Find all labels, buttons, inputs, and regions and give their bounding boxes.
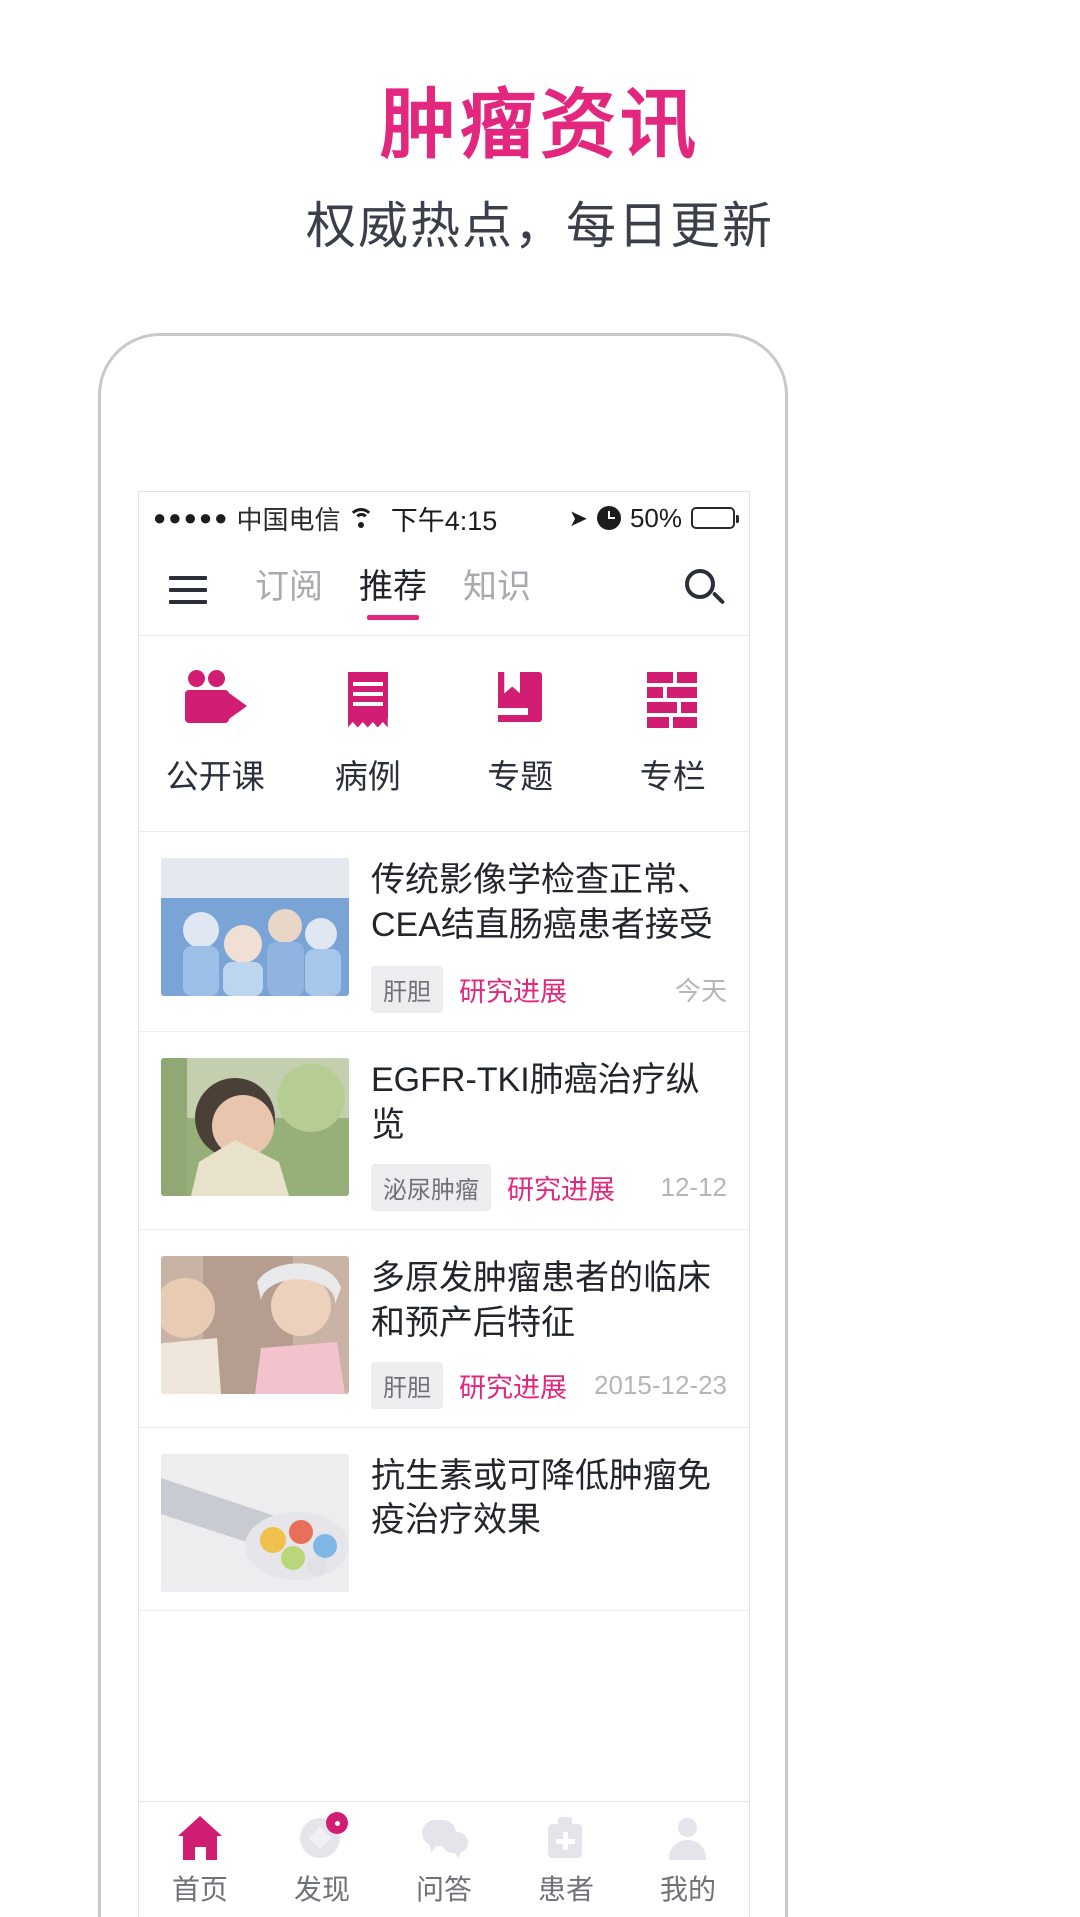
quick-category-row: 公开课 病例 专题 专栏 — [139, 636, 749, 832]
article-list[interactable]: 传统影像学检查正常、CEA结直肠癌患者接受PET-C... 肝胆 研究进展 今天 — [139, 832, 749, 1801]
article-thumbnail — [161, 1058, 349, 1196]
status-bar: ●●●●● 中国电信 下午4:15 ➤ 50% — [139, 492, 749, 544]
page-subtitle: 权威热点，每日更新 — [306, 198, 774, 254]
article-thumbnail — [161, 858, 349, 996]
article-list-item[interactable]: 多原发肿瘤患者的临床和预产后特征 肝胆 研究进展 2015-12-23 — [139, 1230, 749, 1428]
article-content: 多原发肿瘤患者的临床和预产后特征 肝胆 研究进展 2015-12-23 — [371, 1256, 727, 1409]
user-profile-icon — [664, 1816, 712, 1860]
tab-recommend[interactable]: 推荐 — [359, 559, 427, 620]
article-meta: 肝胆 研究进展 今天 — [371, 950, 727, 1013]
carrier-label: 中国电信 — [236, 504, 341, 535]
article-category: 研究进展 — [459, 1372, 567, 1403]
alarm-clock-icon — [596, 506, 621, 530]
wifi-icon — [347, 507, 375, 529]
tabbar-item-home[interactable]: 首页 — [139, 1815, 261, 1908]
hamburger-menu-icon[interactable] — [139, 575, 229, 604]
article-title: 传统影像学检查正常、CEA结直肠癌患者接受PET-C... — [371, 861, 713, 944]
receipt-document-icon — [336, 670, 400, 730]
article-content: 抗生素或可降低肿瘤免疫治疗效果 — [371, 1454, 727, 1592]
app-store-promo-page: 肿瘤资讯 权威热点，每日更新 ●●●●● 中国电信 下午4:15 ➤ 50% 订… — [0, 0, 1080, 1917]
battery-percent-label: 50% — [629, 502, 682, 533]
article-category: 研究进展 — [507, 1174, 615, 1205]
quick-category-label: 专题 — [487, 757, 554, 795]
top-navigation-bar: 订阅 推荐 知识 — [139, 544, 749, 636]
quick-category-case[interactable]: 病例 — [292, 670, 445, 798]
article-meta: 肝胆 研究进展 2015-12-23 — [371, 1346, 727, 1409]
status-bar-right: ➤ 50% — [568, 502, 739, 534]
article-thumbnail — [161, 1453, 349, 1592]
quick-category-label: 专栏 — [639, 757, 706, 795]
quick-category-topic[interactable]: 专题 — [444, 670, 597, 798]
bookmark-book-icon — [488, 670, 552, 730]
medical-case-icon — [542, 1816, 590, 1860]
tabbar-item-discover[interactable]: 发现 — [261, 1811, 383, 1908]
article-date: 12-12 — [660, 1171, 728, 1202]
article-title: 多原发肿瘤患者的临床和预产后特征 — [371, 1258, 711, 1342]
tabbar-label: 首页 — [171, 1873, 228, 1905]
quick-category-open-course[interactable]: 公开课 — [139, 669, 292, 798]
discover-compass-icon — [298, 1811, 348, 1860]
phone-screen: ●●●●● 中国电信 下午4:15 ➤ 50% 订阅 推荐 知识 公开课 病例 … — [138, 491, 750, 1917]
article-list-item[interactable]: 传统影像学检查正常、CEA结直肠癌患者接受PET-C... 肝胆 研究进展 今天 — [139, 832, 749, 1032]
tabbar-label: 问答 — [415, 1873, 472, 1905]
tab-knowledge[interactable]: 知识 — [463, 559, 531, 620]
page-title: 肿瘤资讯 — [380, 83, 700, 168]
location-arrow-icon: ➤ — [568, 504, 588, 531]
home-icon — [176, 1815, 224, 1860]
article-badge: 肝胆 — [371, 1361, 443, 1409]
notification-badge — [326, 1811, 348, 1834]
tab-subscribe[interactable]: 订阅 — [255, 559, 323, 620]
quick-category-label: 公开课 — [165, 757, 265, 795]
article-content: EGFR-TKI肺癌治疗纵览 泌尿肿瘤 研究进展 12-12 — [371, 1058, 727, 1211]
article-badge: 泌尿肿瘤 — [371, 1163, 491, 1211]
columns-blocks-icon — [641, 670, 705, 730]
article-badge: 肝胆 — [371, 966, 443, 1013]
article-meta — [371, 1576, 727, 1592]
article-list-item[interactable]: 抗生素或可降低肿瘤免疫治疗效果 — [139, 1428, 749, 1611]
article-thumbnail — [161, 1255, 349, 1394]
bottom-tab-bar: 首页 发现 问答 患者 我的 — [139, 1801, 749, 1917]
article-title: 抗生素或可降低肿瘤免疫治疗效果 — [371, 1456, 711, 1540]
tabbar-item-patient[interactable]: 患者 — [505, 1816, 627, 1908]
article-list-item[interactable]: EGFR-TKI肺癌治疗纵览 泌尿肿瘤 研究进展 12-12 — [139, 1032, 749, 1230]
tabbar-item-qa[interactable]: 问答 — [383, 1816, 505, 1908]
video-camera-icon — [183, 669, 248, 730]
article-date: 今天 — [674, 976, 727, 1006]
battery-icon — [691, 507, 739, 529]
phone-mockup-frame: ●●●●● 中国电信 下午4:15 ➤ 50% 订阅 推荐 知识 公开课 病例 … — [98, 333, 788, 1917]
tabbar-label: 我的 — [659, 1873, 716, 1905]
tabbar-item-mine[interactable]: 我的 — [627, 1816, 749, 1908]
chat-bubbles-icon — [420, 1816, 468, 1860]
search-icon — [685, 568, 727, 611]
article-content: 传统影像学检查正常、CEA结直肠癌患者接受PET-C... 肝胆 研究进展 今天 — [371, 858, 727, 1013]
search-button[interactable] — [685, 568, 727, 611]
article-date: 2015-12-23 — [594, 1369, 727, 1400]
tabbar-label: 患者 — [537, 1873, 594, 1905]
quick-category-label: 病例 — [334, 757, 401, 795]
article-meta: 泌尿肿瘤 研究进展 12-12 — [371, 1148, 727, 1211]
content-tabs: 订阅 推荐 知识 — [255, 559, 531, 620]
article-category: 研究进展 — [459, 977, 567, 1007]
status-bar-left: ●●●●● 中国电信 — [153, 500, 375, 537]
signal-strength-dots-icon: ●●●●● — [153, 505, 230, 530]
quick-category-column[interactable]: 专栏 — [597, 670, 750, 798]
article-title: EGFR-TKI肺癌治疗纵览 — [371, 1061, 700, 1144]
tabbar-label: 发现 — [293, 1873, 350, 1905]
